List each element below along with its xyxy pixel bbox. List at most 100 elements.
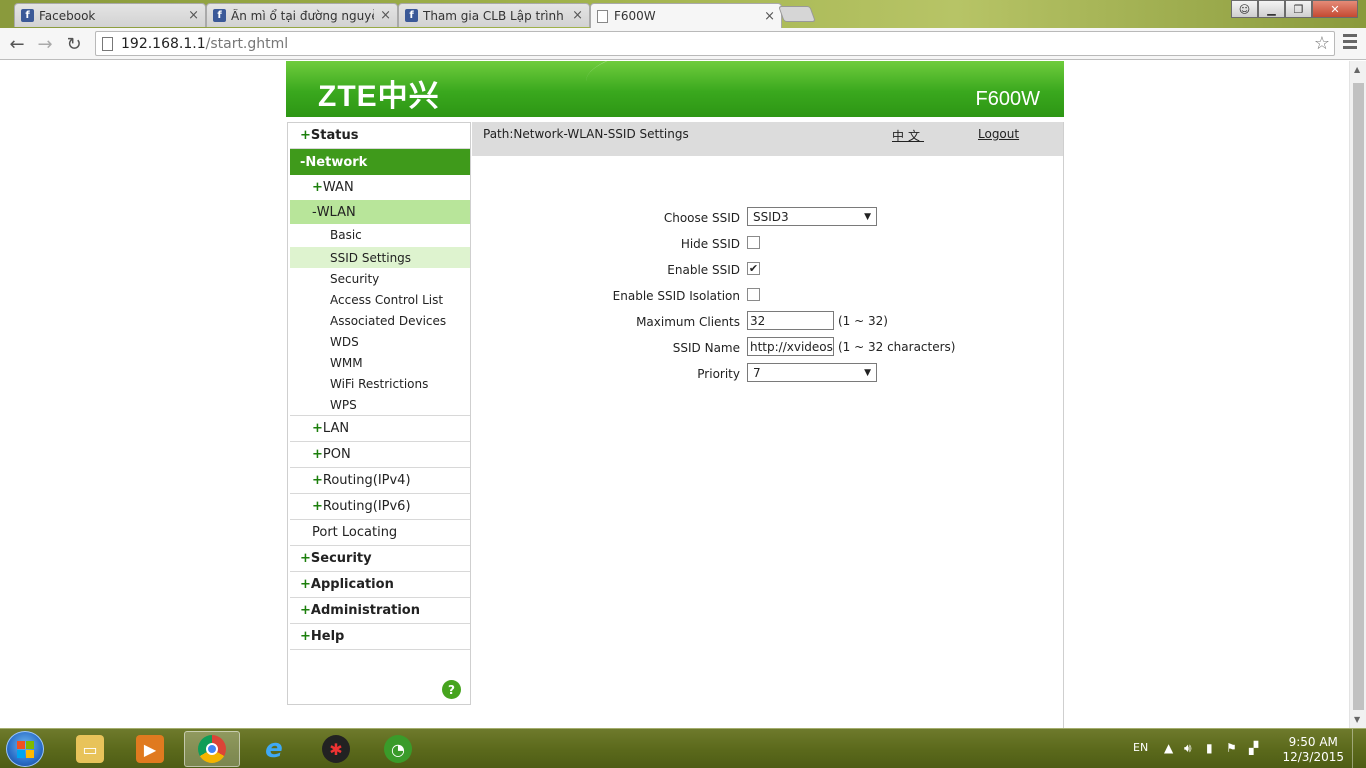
facebook-icon: f (213, 9, 226, 22)
sidebar-menu: + Status - Network + WAN - WLAN Basic SSID S… (287, 122, 471, 705)
menu-label: Administration (310, 603, 420, 618)
menu-label: Security (310, 551, 372, 566)
vertical-scrollbar[interactable]: ▲ ▼ (1349, 61, 1366, 728)
dropdown-arrow-icon: ▼ (864, 211, 871, 222)
field-label: SSID Name (672, 341, 740, 355)
scroll-up-icon[interactable]: ▲ (1354, 65, 1360, 74)
submenu-routing-ipv4[interactable]: + Routing(IPv4) (290, 468, 470, 494)
scrollbar-thumb[interactable] (1353, 83, 1364, 710)
leaf-wds[interactable]: WDS (290, 331, 470, 352)
leaf-security[interactable]: Security (290, 268, 470, 289)
close-icon[interactable]: × (380, 8, 391, 23)
zoom-app-icon[interactable]: ✱ (308, 731, 364, 767)
leaf-label: Security (330, 271, 380, 286)
language-link[interactable]: 中文 (892, 127, 924, 144)
submenu-pon[interactable]: + PON (290, 442, 470, 468)
leaf-ssid-settings[interactable]: SSID Settings (290, 247, 470, 268)
volume-icon[interactable]: 🔊︎ (1184, 741, 1192, 756)
menu-status[interactable]: + Status (290, 123, 470, 149)
browser-tab-clb[interactable]: f Tham gia CLB Lập trình × (398, 3, 590, 27)
router-page: ZTE中兴 F600W + Status - Network + WAN - WLAN … (286, 61, 1064, 728)
device-model: F600W (975, 88, 1040, 110)
network-signal-icon[interactable]: ▞ (1249, 741, 1258, 755)
tab-label: Tham gia CLB Lập trình (423, 8, 564, 23)
field-label: Enable SSID (667, 263, 740, 277)
browser-tab-facebook[interactable]: f Facebook × (14, 3, 206, 27)
leaf-wifi-restrictions[interactable]: WiFi Restrictions (290, 373, 470, 394)
browser-tab-an-mi[interactable]: f Ẩn mì ổ tại đường nguyễn × (206, 3, 398, 27)
menu-administration[interactable]: + Administration (290, 598, 470, 624)
menu-help[interactable]: + Help (290, 624, 470, 650)
scroll-down-icon[interactable]: ▼ (1354, 715, 1360, 724)
clock[interactable]: 9:50 AM 12/3/2015 (1282, 735, 1344, 765)
user-icon[interactable]: ☺ (1231, 0, 1258, 18)
zte-logo: ZTE中兴 (318, 80, 440, 113)
menu-security[interactable]: + Security (290, 546, 470, 572)
maximize-button[interactable]: ❐ (1285, 0, 1312, 18)
expand-icon: + (300, 551, 311, 566)
menu-network[interactable]: - Network (290, 149, 470, 175)
internet-explorer-icon[interactable]: e (246, 731, 302, 767)
close-icon[interactable]: × (188, 8, 199, 23)
facebook-icon: f (405, 9, 418, 22)
page-viewport: ZTE中兴 F600W + Status - Network + WAN - WLAN … (0, 61, 1366, 728)
priority-select[interactable]: 7 ▼ (747, 363, 877, 382)
ssid-name-input[interactable]: http://xvideos (747, 337, 834, 356)
chrome-icon[interactable] (184, 731, 240, 767)
leaf-associated-devices[interactable]: Associated Devices (290, 310, 470, 331)
window-controls: ☺ ▁ ❐ ✕ (1231, 0, 1358, 18)
url-path: /start.ghtml (205, 35, 289, 52)
dropdown-arrow-icon: ▼ (864, 367, 871, 378)
leaf-wmm[interactable]: WMM (290, 352, 470, 373)
minimize-button[interactable]: ▁ (1258, 0, 1285, 18)
submenu-lan[interactable]: + LAN (290, 416, 470, 442)
leaf-basic[interactable]: Basic (290, 224, 470, 245)
enable-ssid-isolation-checkbox[interactable] (747, 288, 760, 301)
field-label: Enable SSID Isolation (612, 289, 740, 303)
select-value: 7 (753, 365, 761, 380)
language-indicator[interactable]: EN (1133, 741, 1148, 754)
submenu-port-locating[interactable]: Port Locating (290, 520, 470, 546)
browser-menu-icon[interactable] (1343, 34, 1357, 52)
menu-label: Status (310, 128, 359, 143)
hide-ssid-checkbox[interactable] (747, 236, 760, 249)
back-arrow-icon[interactable]: ← (6, 33, 28, 55)
menu-application[interactable]: + Application (290, 572, 470, 598)
leaf-wps[interactable]: WPS (290, 394, 470, 416)
coccoc-icon[interactable]: ◔ (370, 731, 426, 767)
reload-icon[interactable]: ↻ (63, 33, 85, 55)
help-icon[interactable]: ? (442, 680, 461, 699)
leaf-access-control-list[interactable]: Access Control List (290, 289, 470, 310)
address-bar[interactable]: 192.168.1.1 /start.ghtml ☆ (95, 31, 1335, 56)
battery-icon[interactable]: ▮ (1206, 741, 1213, 755)
field-hint: (1 ~ 32 characters) (838, 340, 956, 354)
row-maximum-clients: Maximum Clients 32 (1 ~ 32) (472, 311, 1063, 335)
submenu-routing-ipv6[interactable]: + Routing(IPv6) (290, 494, 470, 520)
menu-label: WAN (322, 180, 354, 195)
maximum-clients-input[interactable]: 32 (747, 311, 834, 330)
submenu-wan[interactable]: + WAN (290, 175, 470, 201)
close-icon[interactable]: × (572, 8, 583, 23)
explorer-icon[interactable]: ▭ (62, 731, 118, 767)
close-window-button[interactable]: ✕ (1312, 0, 1358, 18)
expand-icon: + (312, 473, 323, 488)
browser-tab-f600w[interactable]: F600W × (590, 3, 782, 28)
start-button[interactable] (6, 731, 44, 767)
action-center-flag-icon[interactable]: ⚑ (1226, 741, 1237, 755)
bookmark-star-icon[interactable]: ☆ (1314, 33, 1330, 54)
media-player-icon[interactable]: ▶ (122, 731, 178, 767)
tray-expand-icon[interactable]: ▲ (1164, 741, 1173, 755)
enable-ssid-checkbox[interactable]: ✔ (747, 262, 760, 275)
submenu-wlan[interactable]: - WLAN (290, 200, 470, 224)
close-icon[interactable]: × (764, 9, 775, 24)
forward-arrow-icon[interactable]: → (34, 33, 56, 55)
choose-ssid-select[interactable]: SSID3 ▼ (747, 207, 877, 226)
logout-link[interactable]: Logout (978, 127, 1019, 141)
facebook-icon: f (21, 9, 34, 22)
new-tab-button[interactable] (778, 6, 816, 22)
page-icon (597, 9, 608, 23)
field-hint: (1 ~ 32) (838, 314, 888, 328)
menu-label: Help (310, 629, 345, 644)
show-desktop-button[interactable] (1352, 729, 1366, 768)
expand-icon: + (300, 128, 311, 143)
